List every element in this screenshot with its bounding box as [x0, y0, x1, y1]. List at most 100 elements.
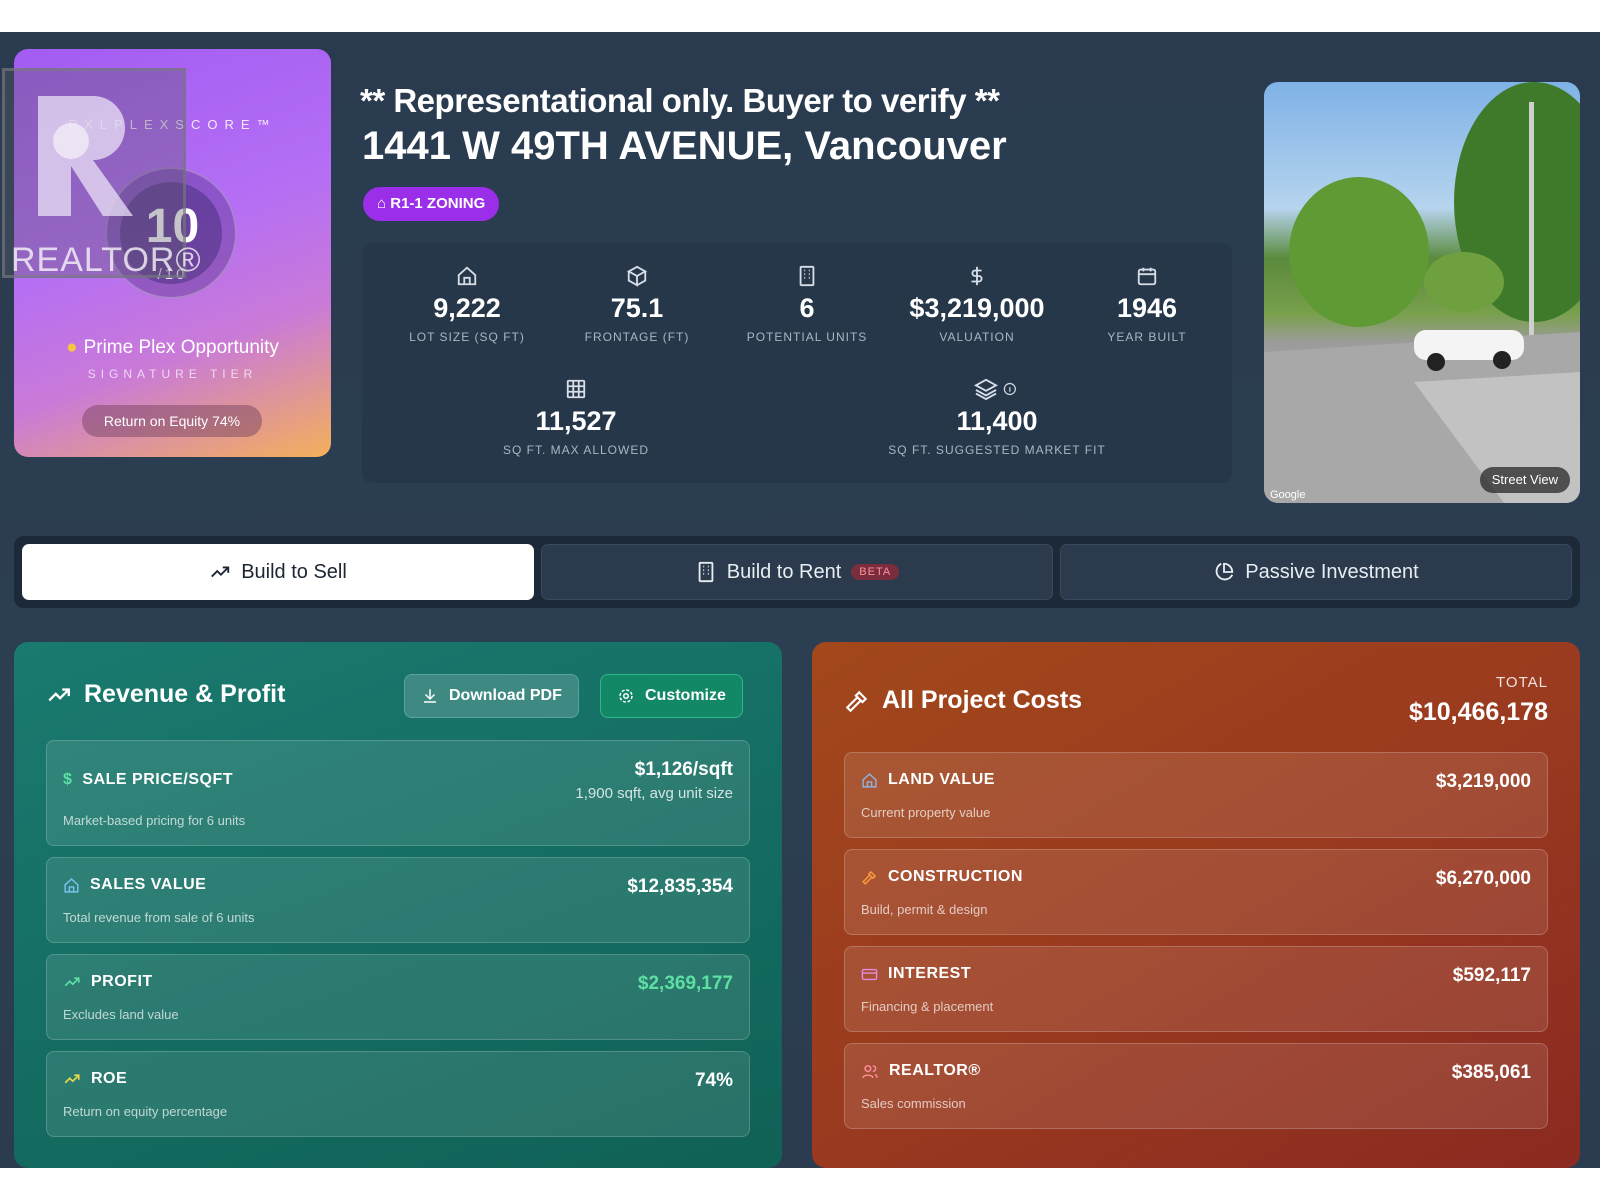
- tab-label: Build to Rent: [726, 560, 842, 583]
- row-amount: $1,126/sqft: [634, 759, 733, 780]
- customize-label: Customize: [645, 687, 726, 704]
- row-name-text: SALES VALUE: [90, 876, 207, 893]
- hammer-icon: [862, 870, 877, 885]
- download-pdf-button[interactable]: Download PDF: [404, 674, 579, 718]
- stat-value: 6: [799, 293, 815, 323]
- tab-build-to-sell[interactable]: Build to Sell: [22, 544, 534, 600]
- stat-value: 1946: [1116, 293, 1178, 323]
- row-amount: $592,117: [1452, 965, 1531, 986]
- tab-label: Build to Sell: [241, 560, 347, 583]
- stat-label: LOT SIZE (SQ FT): [409, 330, 525, 344]
- beta-badge: BETA: [851, 564, 900, 580]
- stat-valuation: $3,219,000 VALUATION: [892, 265, 1062, 344]
- realtor-text: REALTOR®: [11, 241, 202, 279]
- row-name: LAND VALUE: [861, 771, 995, 789]
- row-description: Sales commission: [861, 1096, 966, 1111]
- trending-up-icon: [211, 566, 230, 578]
- layers-icon: [974, 378, 1016, 400]
- building-icon: [799, 265, 815, 287]
- row-name: REALTOR®: [861, 1062, 981, 1080]
- app: PXLPLEXSCORE™ 10 /10 ● Prime Plex Opportu…: [0, 32, 1600, 1168]
- stat-year-built: 1946 YEAR BUILT: [1062, 265, 1232, 344]
- box-icon: [626, 265, 648, 287]
- hammer-icon: [845, 690, 868, 712]
- tab-passive-investment[interactable]: Passive Investment: [1060, 544, 1572, 600]
- users-icon: [862, 1064, 878, 1078]
- stat-value: 75.1: [610, 293, 664, 323]
- row-amount: $3,219,000: [1435, 771, 1531, 792]
- stat-label: VALUATION: [939, 330, 1015, 344]
- street-view-button[interactable]: Street View: [1479, 467, 1570, 493]
- realtor-watermark: REALTOR®: [2, 68, 201, 279]
- stat-label: SQ FT. MAX ALLOWED: [502, 443, 650, 457]
- stat-lot-size: 9,222 LOT SIZE (SQ FT): [382, 265, 552, 344]
- customize-button[interactable]: Customize: [600, 674, 743, 718]
- stat-label: POTENTIAL UNITS: [746, 330, 868, 344]
- row-name-text: LAND VALUE: [888, 771, 995, 788]
- cost-row-realtor: REALTOR® Sales commission $385,061: [844, 1043, 1548, 1129]
- row-name-text: CONSTRUCTION: [888, 868, 1023, 885]
- street-scene: [1264, 82, 1580, 503]
- row-amount: $12,835,354: [627, 876, 733, 897]
- pie-chart-icon: [1215, 562, 1234, 581]
- row-amount: 74%: [694, 1070, 733, 1091]
- row-name: SALES VALUE: [63, 876, 206, 894]
- stat-value: 11,400: [956, 406, 1038, 436]
- row-description: Return on equity percentage: [63, 1104, 228, 1119]
- revenue-row-profit: PROFIT Excludes land value $2,369,177: [46, 954, 750, 1040]
- stat-label: YEAR BUILT: [1107, 330, 1187, 344]
- house-icon: [64, 877, 79, 893]
- row-description: Build, permit & design: [861, 902, 988, 917]
- score-title-text: Prime Plex Opportunity: [83, 337, 279, 358]
- stat-value: $3,219,000: [909, 293, 1045, 323]
- zoning-badge: ⌂ R1-1 ZONING: [363, 187, 500, 221]
- costs-panel: All Project Costs TOTAL $10,466,178 LAND…: [812, 642, 1580, 1168]
- stat-label: SQ FT. SUGGESTED MARKET FIT: [888, 443, 1106, 457]
- score-tier: SIGNATURE TIER: [87, 367, 258, 381]
- gear-icon: [619, 689, 633, 703]
- stat-units: 6 POTENTIAL UNITS: [722, 265, 892, 344]
- dollar-icon: [971, 266, 983, 286]
- row-amount: $6,270,000: [1435, 868, 1531, 889]
- row-name: INTEREST: [861, 965, 971, 983]
- google-credit: Google: [1270, 489, 1306, 501]
- cost-row-interest: INTEREST Financing & placement $592,117: [844, 946, 1548, 1032]
- download-icon: [424, 689, 436, 703]
- stat-frontage: 75.1 FRONTAGE (FT): [552, 265, 722, 344]
- row-name-text: SALE PRICE/SQFT: [82, 771, 234, 788]
- realtor-logo-icon: [38, 96, 133, 216]
- row-description: Total revenue from sale of 6 units: [63, 910, 255, 925]
- cost-row-land-value: LAND VALUE Current property value $3,219…: [844, 752, 1548, 838]
- disclaimer: ** Representational only. Buyer to verif…: [360, 82, 1000, 119]
- download-pdf-label: Download PDF: [449, 687, 562, 704]
- costs-title-text: All Project Costs: [882, 686, 1083, 714]
- row-description: Current property value: [861, 805, 991, 820]
- revenue-row-sales-value: SALES VALUE Total revenue from sale of 6…: [46, 857, 750, 943]
- revenue-panel: Revenue & Profit Download PDF Customize …: [14, 642, 782, 1168]
- stat-value: 11,527: [535, 406, 617, 436]
- trending-up-icon: [48, 687, 70, 701]
- trending-up-icon: [64, 977, 80, 987]
- cost-row-construction: CONSTRUCTION Build, permit & design $6,2…: [844, 849, 1548, 935]
- revenue-title-text: Revenue & Profit: [84, 680, 286, 708]
- total-label: TOTAL: [1496, 674, 1548, 691]
- zoning-label: R1-1 ZONING: [390, 195, 486, 212]
- row-name-text: INTEREST: [888, 965, 972, 982]
- roe-pill: Return on Equity 74%: [82, 405, 262, 437]
- row-amount-detail: 1,900 sqft, avg unit size: [575, 785, 733, 802]
- row-name-text: REALTOR®: [889, 1062, 981, 1079]
- trending-up-icon: [64, 1074, 80, 1084]
- row-name: $ SALE PRICE/SQFT: [63, 771, 233, 789]
- street-view-image[interactable]: Street View Google: [1264, 82, 1580, 503]
- stat-label: FRONTAGE (FT): [584, 330, 690, 344]
- strategy-tabs: Build to Sell Build to Rent BETA Passive…: [14, 536, 1580, 608]
- grid-icon: [566, 379, 586, 399]
- row-name-text: PROFIT: [91, 973, 153, 990]
- property-stats: 9,222 LOT SIZE (SQ FT) 75.1 FRONTAGE (FT…: [362, 243, 1232, 483]
- tab-build-to-rent[interactable]: Build to Rent BETA: [541, 544, 1053, 600]
- row-name: PROFIT: [63, 973, 153, 991]
- stat-market-fit[interactable]: 11,400 SQ FT. SUGGESTED MARKET FIT: [882, 378, 1112, 457]
- row-amount: $2,369,177: [637, 973, 733, 994]
- row-amount: $385,061: [1451, 1062, 1531, 1083]
- revenue-title: Revenue & Profit: [46, 680, 285, 709]
